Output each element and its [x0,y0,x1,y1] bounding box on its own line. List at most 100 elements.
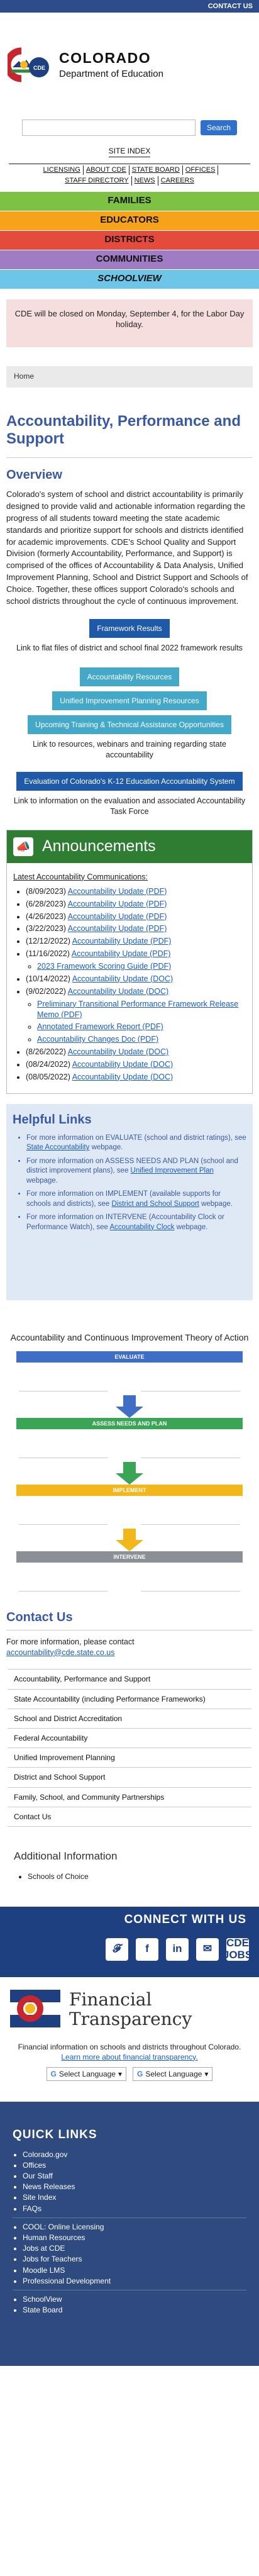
section-link[interactable]: District and School Support [8,1768,251,1788]
footer-link[interactable]: COOL: Online Licensing [23,2222,104,2231]
footer-link[interactable]: FAQs [23,2204,41,2213]
announcement-date: (3/22/2023) [26,924,66,934]
contact-us-link[interactable]: CONTACT US [208,2,253,11]
fin-title-2: Transparency [69,2009,192,2030]
utility-link-state-board[interactable]: STATE BOARD [130,165,183,175]
fin-title-1: Financial [69,1989,152,2010]
contact-text: For more information, please contact [6,1637,135,1646]
cde-logo[interactable]: CDE [4,46,52,84]
arrow-down [16,1528,243,1551]
announcement-link[interactable]: Accountability Update (PDF) [68,900,167,908]
diagram-placeholder [140,1366,240,1391]
release-memo-link[interactable]: Preliminary Transitional Performance Fra… [37,1000,238,1019]
announcement-link[interactable]: Accountability Update (DOC) [68,1047,168,1056]
announcement-link[interactable]: Accountability Update (DOC) [68,987,168,996]
accountability-clock-link[interactable]: Accountability Clock [110,1224,175,1231]
breadcrumb-home[interactable]: Home [14,372,34,381]
list-item: (6/28/2023) Accountability Update (PDF) [26,899,246,910]
intervene-band: INTERVENE [16,1551,243,1563]
utility-link-careers[interactable]: CAREERS [158,176,197,186]
section-link[interactable]: School and District Accreditation [8,1709,251,1729]
language-select[interactable]: G Select Language ▾ [46,2066,126,2082]
state-accountability-link[interactable]: State Accountability [26,1144,89,1151]
footer-link[interactable]: Jobs at CDE [23,2244,65,2253]
annotated-report-link[interactable]: Annotated Framework Report (PDF) [37,1022,163,1031]
facebook-icon[interactable]: f [136,1938,158,1961]
financial-transparency: Financial Transparency Financial informa… [0,1977,259,2096]
list-item: (08/05/2022) Accountability Update (DOC) [26,1072,246,1083]
announcement-date: (08/05/2022) [26,1072,70,1081]
megaphone-icon: 📣 [13,837,33,856]
announcement-link[interactable]: Accountability Update (PDF) [68,924,167,933]
footer-link[interactable]: Offices [23,2161,46,2170]
chevron-down-icon: ▾ [204,2069,209,2078]
site-index-link[interactable]: SITE INDEX [109,147,151,155]
footer-link[interactable]: Our Staff [23,2172,53,2180]
uip-link[interactable]: Unified Improvement Plan [131,1167,214,1174]
framework-results-button[interactable]: Framework Results [89,618,170,638]
section-link[interactable]: Accountability, Performance and Support [8,1670,251,1690]
utility-link-staff-directory[interactable]: STAFF DIRECTORY [62,176,132,186]
language-select-2[interactable]: G Select Language ▾ [133,2066,213,2082]
footer-link[interactable]: Jobs for Teachers [23,2255,82,2263]
section-link[interactable]: Contact Us [8,1807,251,1827]
list-item: For more information on IMPLEMENT (avail… [26,1190,246,1209]
linkedin-icon[interactable]: in [166,1938,189,1961]
footer-link[interactable]: Moodle LMS [23,2266,65,2275]
cde-jobs-icon[interactable]: CDE JOBS [223,1937,252,1961]
uip-resources-button[interactable]: Unified Improvement Planning Resources [52,691,207,710]
org-department: Department of Education [59,69,163,80]
evaluation-button[interactable]: Evaluation of Colorado's K-12 Education … [16,771,243,791]
list-item: For more information on INTERVENE (Accou… [26,1213,246,1232]
utility-link-offices[interactable]: OFFICES [183,165,219,175]
footer-link[interactable]: State Board [23,2306,62,2314]
colorado-flag-icon[interactable] [10,1990,60,2031]
financial-transparency-link[interactable]: Learn more about financial transparency. [61,2053,197,2061]
search-input[interactable] [21,120,196,136]
utility-link-about[interactable]: ABOUT CDE [84,165,130,175]
announcement-link[interactable]: Accountability Update (DOC) [72,1060,173,1069]
footer-link[interactable]: SchoolView [23,2295,62,2304]
section-link[interactable]: State Accountability (including Performa… [8,1690,251,1709]
announcement-date: (8/09/2023) [26,886,66,896]
search-bar: Search [0,120,259,136]
search-button[interactable]: Search [200,120,238,135]
schools-of-choice-link[interactable]: Schools of Choice [28,1872,89,1881]
footer-link[interactable]: Colorado.gov [23,2150,67,2159]
list-item: Accountability Changes Doc (PDF) [37,1034,246,1045]
nav-districts[interactable]: DISTRICTS [0,230,259,250]
utility-link-news[interactable]: NEWS [132,176,158,186]
announcement-link[interactable]: Accountability Update (PDF) [72,949,171,958]
divider [6,457,253,459]
email-icon[interactable]: ✉ [196,1938,219,1961]
contact-email-link[interactable]: accountability@cde.state.co.us [6,1648,115,1657]
announcements-header: 📣 Announcements [7,830,252,863]
accountability-resources-button[interactable]: Accountability Resources [79,667,180,686]
scoring-guide-link[interactable]: 2023 Framework Scoring Guide (PDF) [37,962,171,971]
section-link[interactable]: Family, School, and Community Partnershi… [8,1788,251,1807]
announcement-link[interactable]: Accountability Update (DOC) [72,1073,173,1081]
nav-communities[interactable]: COMMUNITIES [0,250,259,270]
announcement-link[interactable]: Accountability Update (PDF) [68,887,167,896]
announcement-link[interactable]: Accountability Update (PDF) [72,937,172,945]
footer-link[interactable]: Site Index [23,2193,56,2202]
nav-families[interactable]: FAMILIES [0,191,259,211]
training-opportunities-button[interactable]: Upcoming Training & Technical Assistance… [28,715,231,735]
announcement-date: (4/26/2023) [26,912,66,921]
twitter-icon[interactable]: 𝓕 [106,1938,128,1961]
changes-doc-link[interactable]: Accountability Changes Doc (PDF) [37,1035,158,1044]
announcement-link[interactable]: Accountability Update (DOC) [72,974,173,983]
footer-link[interactable]: Professional Development [23,2277,111,2285]
list-item: (8/09/2023) Accountability Update (PDF) [26,886,246,897]
district-school-support-link[interactable]: District and School Support [112,1200,199,1208]
nav-schoolview[interactable]: SCHOOLVIEW [0,269,259,289]
section-link[interactable]: Unified Improvement Planning [8,1748,251,1768]
section-nav-list: Accountability, Performance and Support … [8,1669,251,1827]
utility-link-licensing[interactable]: LICENSING [41,165,84,175]
nav-educators[interactable]: EDUCATORS [0,211,259,231]
footer-link[interactable]: News Releases [23,2182,75,2191]
list-item: (8/26/2022) Accountability Update (DOC) [26,1047,246,1057]
section-link[interactable]: Federal Accountability [8,1729,251,1749]
footer-link[interactable]: Human Resources [23,2233,85,2242]
announcement-link[interactable]: Accountability Update (PDF) [68,912,167,921]
